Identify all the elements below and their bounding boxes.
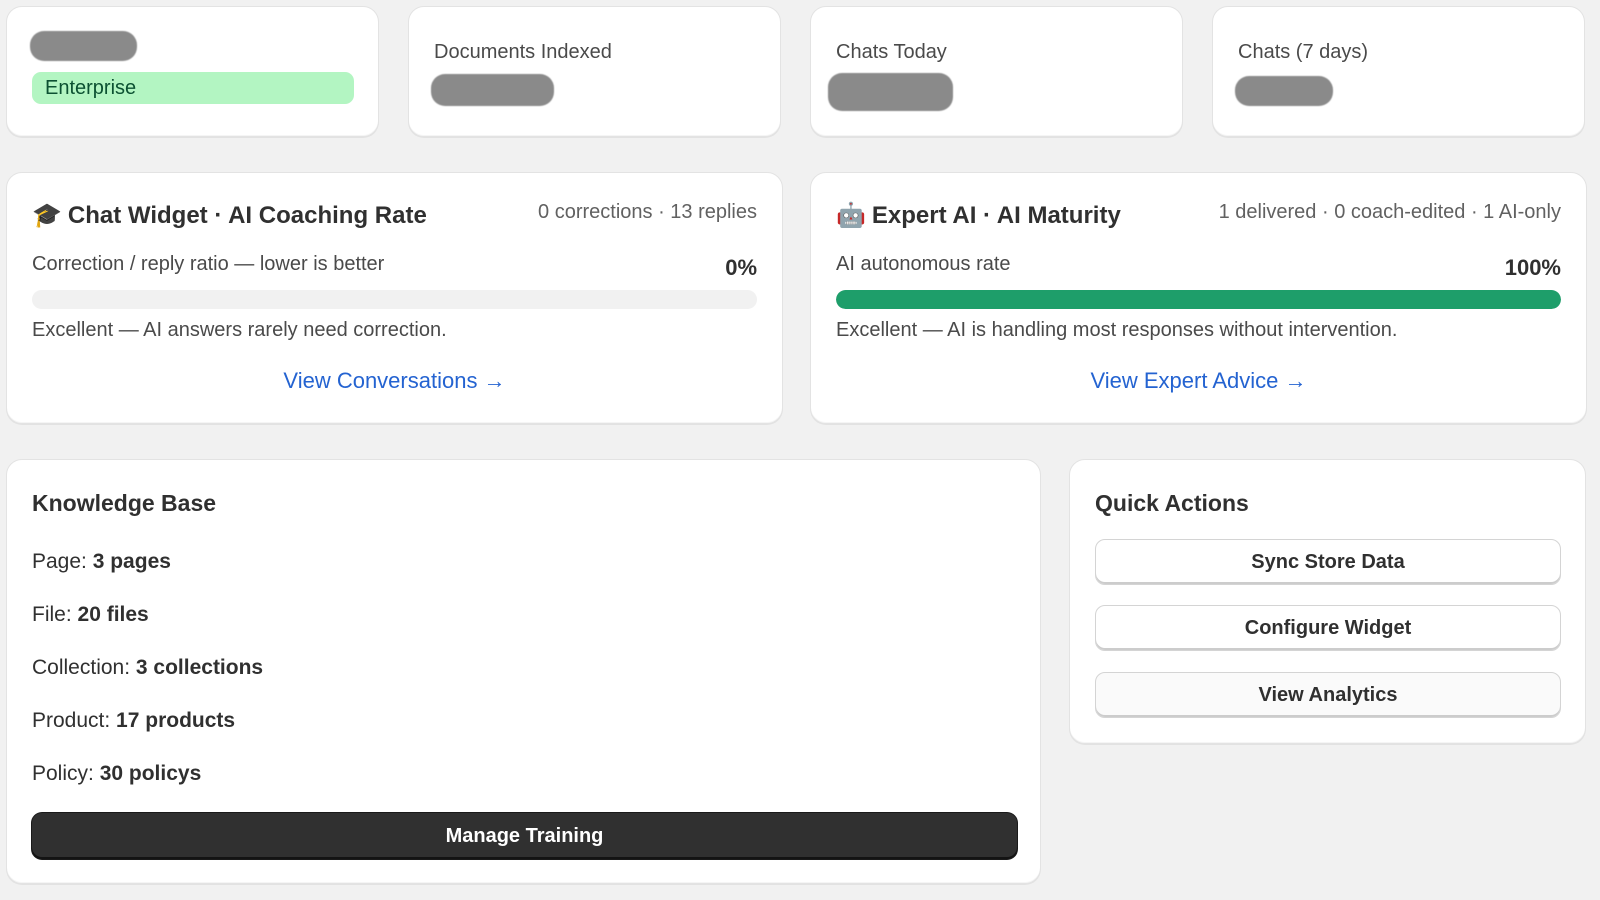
knowledge-base-title: Knowledge Base xyxy=(32,490,217,516)
quick-actions-card: Quick Actions Sync Store Data Configure … xyxy=(1069,459,1586,744)
kb-row-policy: Policy: 30 policys xyxy=(32,762,201,786)
ai-maturity-progress-fill xyxy=(836,290,1561,309)
kb-row-label: Product: xyxy=(32,709,117,732)
kb-row-value: 17 products xyxy=(116,709,236,732)
kb-row-label: Collection: xyxy=(32,656,136,679)
kb-row-value: 30 policys xyxy=(99,762,202,785)
sync-store-data-button[interactable]: Sync Store Data xyxy=(1095,539,1561,585)
ai-maturity-progress-track xyxy=(836,290,1561,309)
graduation-cap-icon: 🎓 xyxy=(32,202,62,229)
knowledge-base-card: Knowledge Base Page: 3 pages File: 20 fi… xyxy=(6,459,1041,884)
kb-row-label: Policy: xyxy=(32,762,100,785)
ai-maturity-subtitle: AI autonomous rate xyxy=(836,253,1011,275)
ai-maturity-title: 🤖 Expert AI · AI Maturity xyxy=(836,201,1121,230)
chats-week-card: Chats (7 days) xyxy=(1212,6,1585,137)
ai-maturity-note: Excellent — AI is handling most response… xyxy=(836,319,1398,341)
quick-actions-title: Quick Actions xyxy=(1095,490,1249,516)
view-expert-advice-link[interactable]: View Expert Advice → xyxy=(811,368,1586,394)
manage-training-button[interactable]: Manage Training xyxy=(32,813,1017,859)
view-analytics-button[interactable]: View Analytics xyxy=(1095,672,1561,718)
redacted-store-name xyxy=(30,31,137,61)
plan-badge: Enterprise xyxy=(32,72,354,104)
kb-row-page: Page: 3 pages xyxy=(32,550,171,574)
coaching-rate-percent: 0% xyxy=(725,255,757,280)
coaching-rate-note: Excellent — AI answers rarely need corre… xyxy=(32,319,447,341)
ai-maturity-card: 🤖 Expert AI · AI Maturity 1 delivered · … xyxy=(810,172,1587,424)
coaching-rate-card: 🎓 Chat Widget · AI Coaching Rate 0 corre… xyxy=(6,172,783,424)
kb-row-collection: Collection: 3 collections xyxy=(32,656,263,680)
documents-indexed-label: Documents Indexed xyxy=(434,41,612,63)
kb-row-value: 3 collections xyxy=(135,656,264,679)
ai-maturity-title-text: Expert AI · AI Maturity xyxy=(871,201,1121,229)
chats-today-label: Chats Today xyxy=(836,41,947,63)
redacted-chats-week-count xyxy=(1235,76,1333,106)
chats-today-card: Chats Today xyxy=(810,6,1183,137)
kb-row-value: 20 files xyxy=(77,603,149,626)
robot-icon: 🤖 xyxy=(836,202,866,229)
coaching-rate-title-text: Chat Widget · AI Coaching Rate xyxy=(67,201,427,229)
redacted-documents-count xyxy=(431,74,554,106)
coaching-rate-progress-track xyxy=(32,290,757,309)
redacted-chats-today-count xyxy=(828,73,953,111)
ai-maturity-meta: 1 delivered · 0 coach-edited · 1 AI-only xyxy=(1218,201,1561,223)
coaching-rate-subtitle: Correction / reply ratio — lower is bett… xyxy=(32,253,385,275)
ai-maturity-percent: 100% xyxy=(1504,255,1561,280)
kb-row-file: File: 20 files xyxy=(32,603,149,627)
coaching-rate-meta: 0 corrections · 13 replies xyxy=(538,201,757,223)
kb-row-product: Product: 17 products xyxy=(32,709,235,733)
documents-indexed-card: Documents Indexed xyxy=(408,6,781,137)
coaching-rate-title: 🎓 Chat Widget · AI Coaching Rate xyxy=(32,201,427,230)
chats-week-label: Chats (7 days) xyxy=(1238,41,1369,63)
configure-widget-button[interactable]: Configure Widget xyxy=(1095,605,1561,651)
view-conversations-link[interactable]: View Conversations → xyxy=(7,368,782,394)
kb-row-value: 3 pages xyxy=(92,550,171,573)
kb-row-label: Page: xyxy=(32,550,93,573)
kb-row-label: File: xyxy=(32,603,78,626)
plan-card: Enterprise xyxy=(6,6,379,137)
